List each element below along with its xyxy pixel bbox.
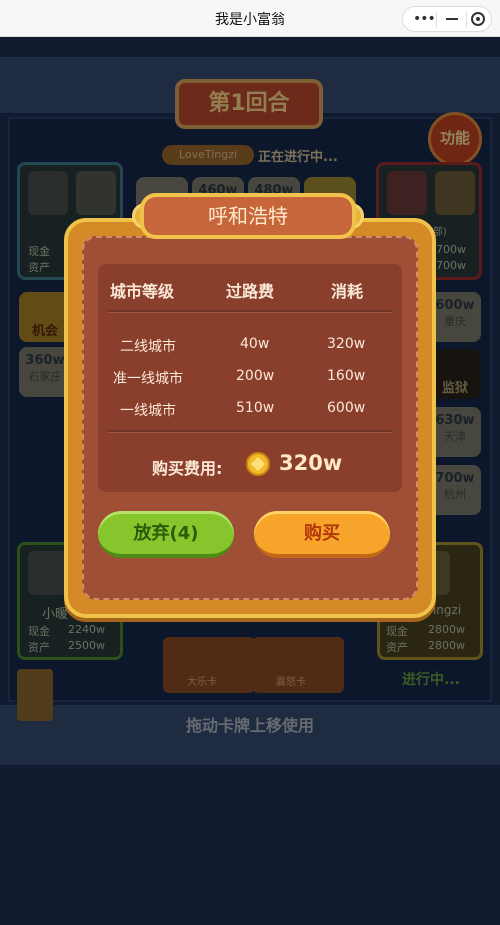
capsule-menu: ••• [402, 6, 492, 32]
purchase-cost-value: 320w [279, 451, 343, 475]
close-target-icon[interactable] [471, 12, 485, 26]
row-level: 二线城市 [120, 339, 176, 355]
row-level: 一线城市 [120, 403, 176, 419]
header-toll: 过路费 [226, 282, 275, 301]
header-city-level: 城市等级 [110, 282, 175, 301]
row-toll: 510w [236, 400, 275, 416]
city-title: 呼和浩特 [140, 193, 356, 239]
row-cost: 320w [327, 336, 366, 352]
row-cost: 160w [327, 368, 366, 384]
buy-button[interactable]: 购买 [254, 511, 390, 558]
capsule-divider [436, 12, 437, 27]
give-up-button[interactable]: 放弃(4) [98, 511, 234, 558]
table-divider [108, 310, 392, 312]
row-toll: 200w [236, 368, 275, 384]
capsule-divider [466, 12, 467, 27]
row-toll: 40w [240, 336, 270, 352]
minimize-icon[interactable] [446, 18, 458, 20]
more-icon[interactable]: ••• [413, 11, 436, 27]
row-cost: 600w [327, 400, 366, 416]
row-level: 准一线城市 [113, 371, 183, 387]
table-divider [108, 430, 392, 432]
title-bar: 我是小富翁 ••• [0, 0, 500, 37]
purchase-cost-label: 购买费用: [152, 459, 223, 478]
coin-icon [246, 452, 270, 476]
header-cost: 消耗 [331, 282, 364, 301]
